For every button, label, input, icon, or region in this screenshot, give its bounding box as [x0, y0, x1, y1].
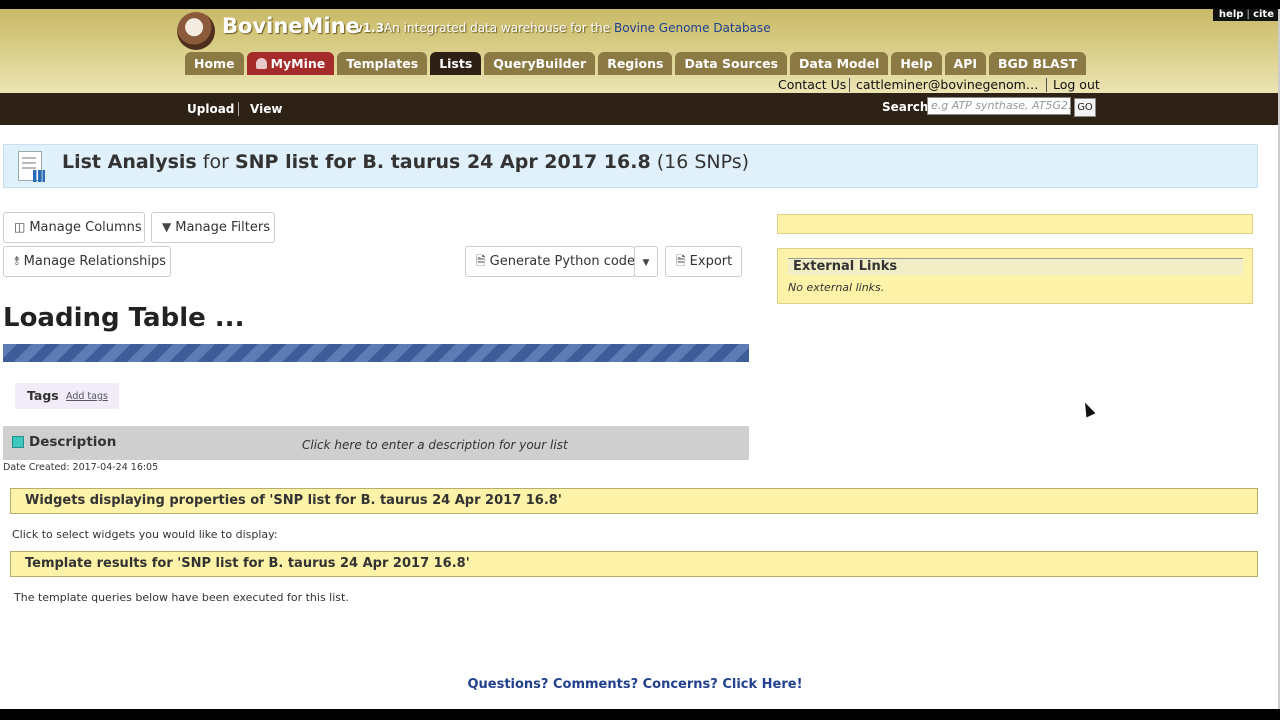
external-links-panel: External Links No external links. — [777, 248, 1253, 304]
tab-home[interactable]: Home — [185, 52, 244, 75]
cite-link[interactable]: cite — [1253, 9, 1274, 20]
manage-relationships-label: Manage Relationships — [23, 254, 166, 269]
caret-down-icon: ▼ — [642, 258, 650, 268]
logout-link[interactable]: Log out — [1053, 77, 1100, 92]
feedback-link[interactable]: Questions? Comments? Concerns? Click Her… — [0, 677, 1270, 692]
template-results-heading: Template results for 'SNP list for B. ta… — [10, 551, 1258, 577]
divider — [849, 78, 850, 92]
view-link[interactable]: View — [250, 102, 282, 116]
tab-templates[interactable]: Templates — [337, 52, 428, 75]
go-button[interactable]: GO — [1074, 98, 1096, 117]
widgets-note: Click to select widgets you would like t… — [12, 528, 278, 541]
sub-navigation: Upload View Search: e.g ATP synthase, AT… — [0, 93, 1280, 125]
code-language-dropdown[interactable]: ▼ — [634, 246, 658, 277]
template-results-note: The template queries below have been exe… — [14, 591, 349, 604]
page-title: List Analysis for SNP list for B. taurus… — [62, 151, 749, 173]
manage-filters-button[interactable]: ▼ Manage Filters — [151, 212, 275, 243]
cow-logo-icon[interactable] — [177, 12, 215, 50]
tags-label: Tags — [27, 388, 59, 403]
search-input[interactable]: e.g ATP synthase, AT5G2... — [927, 97, 1071, 115]
list-analysis-banner: List Analysis for SNP list for B. taurus… — [3, 144, 1258, 188]
divider — [238, 102, 239, 116]
loading-progress-bar — [3, 344, 749, 362]
add-tags-link[interactable]: Add tags — [66, 391, 108, 402]
filter-icon: ▼ — [162, 220, 172, 234]
list-name: SNP list for B. taurus 24 Apr 2017 16.8 — [234, 151, 651, 173]
export-file-icon: 🗎 — [676, 254, 686, 268]
main-nav-tabs: Home MyMine Templates Lists QueryBuilder… — [185, 52, 1089, 75]
search-label: Search: — [882, 100, 934, 114]
bgd-link[interactable]: Bovine Genome Database — [614, 21, 771, 35]
upload-link[interactable]: Upload — [187, 102, 234, 116]
description-hint[interactable]: Click here to enter a description for yo… — [302, 438, 568, 452]
manage-filters-label: Manage Filters — [175, 220, 270, 235]
list-report-icon — [18, 151, 45, 182]
loading-table-heading: Loading Table ... — [3, 303, 245, 333]
generate-code-button[interactable]: 🗎 Generate Python code — [465, 246, 635, 277]
divider — [1046, 78, 1047, 92]
tagline: An integrated data warehouse for the Bov… — [384, 21, 771, 35]
description-section[interactable]: Description Click here to enter a descri… — [3, 426, 749, 460]
user-icon — [255, 58, 267, 69]
version-label: v1.3 — [355, 21, 385, 35]
export-button[interactable]: 🗎 Export — [665, 246, 742, 277]
side-panel-top — [777, 214, 1253, 234]
site-header: BovineMine v1.3 An integrated data wareh… — [0, 9, 1280, 93]
tab-data-model[interactable]: Data Model — [790, 52, 889, 75]
tab-mymine-label: MyMine — [270, 56, 326, 71]
code-file-icon: 🗎 — [476, 254, 486, 268]
export-label: Export — [689, 254, 733, 269]
widgets-heading: Widgets displaying properties of 'SNP li… — [10, 488, 1258, 514]
share-icon: ⥉ — [14, 254, 20, 268]
mouse-cursor-icon — [1080, 400, 1096, 418]
description-toggle-icon[interactable] — [12, 436, 24, 448]
help-cite-links: help | cite — [1212, 9, 1280, 21]
page: BovineMine v1.3 An integrated data wareh… — [0, 9, 1280, 709]
page-title-for: for — [202, 151, 229, 173]
manage-columns-label: Manage Columns — [29, 220, 142, 235]
generate-code-label: Generate Python code — [489, 254, 636, 269]
columns-icon: ◫ — [14, 220, 26, 234]
tab-mymine[interactable]: MyMine — [246, 52, 335, 75]
page-title-main: List Analysis — [62, 151, 197, 173]
tab-help[interactable]: Help — [891, 52, 942, 75]
tab-data-sources[interactable]: Data Sources — [675, 52, 788, 75]
list-count: (16 SNPs) — [656, 151, 750, 173]
date-created: Date Created: 2017-04-24 16:05 — [3, 462, 159, 473]
tab-querybuilder[interactable]: QueryBuilder — [484, 52, 596, 75]
tab-bgd-blast[interactable]: BGD BLAST — [989, 52, 1087, 75]
tags-section: Tags Add tags — [15, 383, 119, 409]
manage-relationships-button[interactable]: ⥉ Manage Relationships — [3, 246, 171, 277]
external-links-title: External Links — [788, 258, 1243, 275]
tab-regions[interactable]: Regions — [598, 52, 673, 75]
help-link[interactable]: help — [1219, 9, 1244, 20]
contact-us-link[interactable]: Contact Us — [778, 77, 846, 92]
tab-api[interactable]: API — [944, 52, 987, 75]
brand-name[interactable]: BovineMine — [222, 14, 360, 38]
user-account-link[interactable]: cattleminer@bovinegenome.... — [856, 77, 1042, 92]
external-links-empty: No external links. — [788, 281, 885, 294]
description-label: Description — [29, 434, 117, 450]
tab-lists[interactable]: Lists — [430, 52, 482, 75]
tagline-text: An integrated data warehouse for the — [384, 21, 611, 35]
manage-columns-button[interactable]: ◫ Manage Columns — [3, 212, 145, 243]
